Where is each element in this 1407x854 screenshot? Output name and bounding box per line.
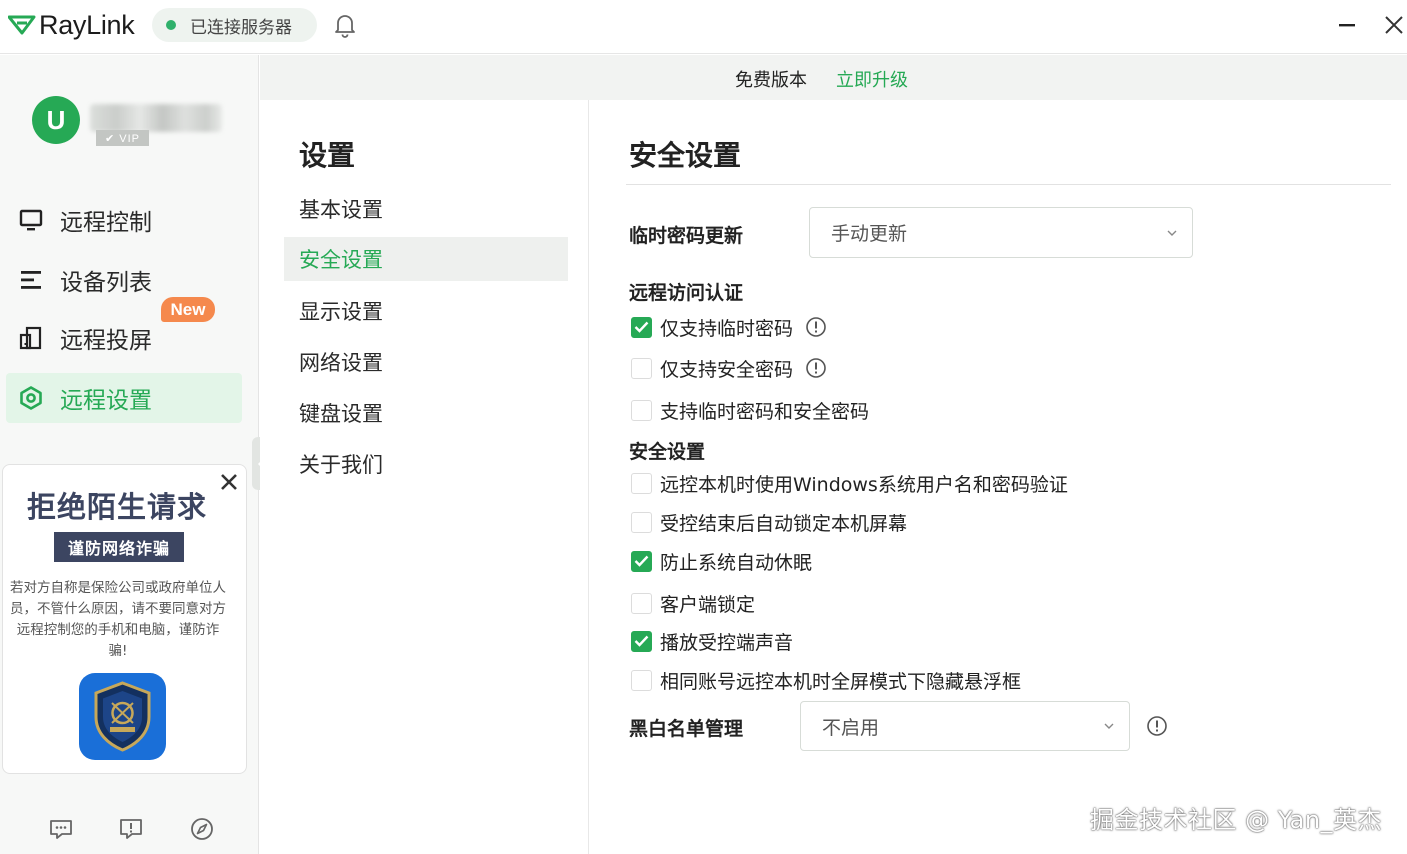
checkbox-label: 仅支持安全密码 xyxy=(660,358,794,381)
checkbox[interactable] xyxy=(631,316,652,338)
checkbox-label: 远控本机时使用Windows系统用户名和密码验证 xyxy=(660,473,1068,496)
avatar[interactable]: U xyxy=(32,96,80,144)
sidebar-item-remote-settings[interactable]: 远程设置 xyxy=(6,373,242,423)
settings-menu-title: 设置 xyxy=(299,139,356,172)
checkbox-row-prevent-sleep[interactable]: 防止系统自动休眠 xyxy=(631,549,813,574)
promo-subtitle: 谨防网络诈骗 xyxy=(54,532,184,562)
menu-item-security[interactable]: 安全设置 xyxy=(284,237,568,281)
check-icon xyxy=(634,321,649,333)
minimize-icon[interactable] xyxy=(1334,12,1360,38)
checkbox-label: 支持临时密码和安全密码 xyxy=(660,400,870,423)
checkbox-row-client-lock[interactable]: 客户端锁定 xyxy=(631,591,756,616)
chevron-down-icon xyxy=(1104,723,1114,729)
page-title: 安全设置 xyxy=(629,139,742,172)
checkbox-label: 客户端锁定 xyxy=(660,593,756,616)
checkbox-row-both[interactable]: 支持临时密码和安全密码 xyxy=(631,398,870,423)
checkbox[interactable] xyxy=(631,669,652,691)
sidebar-item-label: 远程控制 xyxy=(60,210,152,236)
checkbox-row-temp-only[interactable]: 仅支持临时密码 xyxy=(631,315,827,340)
sidebar-item-remote-control[interactable]: 远程控制 xyxy=(6,195,242,245)
menu-item-keyboard[interactable]: 键盘设置 xyxy=(284,391,568,435)
monitor-icon xyxy=(19,209,43,231)
status-dot-icon xyxy=(166,20,176,30)
checkbox-row-play-sound[interactable]: 播放受控端声音 xyxy=(631,629,794,654)
vip-badge: ✔ VIP xyxy=(96,130,149,146)
screen-cast-icon xyxy=(19,326,42,350)
settings-hex-icon xyxy=(20,386,42,410)
check-icon xyxy=(634,635,649,647)
checkbox-row-hide-float[interactable]: 相同账号远控本机时全屏模式下隐藏悬浮框 xyxy=(631,668,1022,693)
list-icon xyxy=(21,271,41,289)
promo-title: 拒绝陌生请求 xyxy=(26,490,207,524)
connection-status-pill: 已连接服务器 xyxy=(152,8,317,42)
checkbox-row-auto-lock[interactable]: 受控结束后自动锁定本机屏幕 xyxy=(631,510,908,535)
sidebar-item-label: 设备列表 xyxy=(60,270,152,296)
remote-auth-heading: 远程访问认证 xyxy=(629,282,744,304)
checkbox[interactable] xyxy=(631,399,652,421)
app-name: RayLink xyxy=(39,9,135,40)
upgrade-link[interactable]: 立即升级 xyxy=(836,66,908,92)
menu-item-display[interactable]: 显示设置 xyxy=(284,289,568,333)
select-value: 不启用 xyxy=(822,716,880,739)
close-icon[interactable] xyxy=(1382,12,1406,38)
menu-item-about[interactable]: 关于我们 xyxy=(284,442,568,486)
sidebar-item-label: 远程投屏 xyxy=(60,328,152,354)
info-icon[interactable] xyxy=(1146,715,1168,737)
checkbox-label: 受控结束后自动锁定本机屏幕 xyxy=(660,512,908,535)
chevron-down-icon xyxy=(1167,230,1177,236)
sidebar-item-label: 远程设置 xyxy=(60,388,152,414)
blacklist-select[interactable]: 不启用 xyxy=(800,701,1130,751)
checkbox-label: 播放受控端声音 xyxy=(660,631,794,654)
checkbox-label: 相同账号远控本机时全屏模式下隐藏悬浮框 xyxy=(660,670,1022,693)
compass-icon[interactable] xyxy=(188,815,216,843)
blacklist-label: 黑白名单管理 xyxy=(629,718,744,740)
upgrade-banner xyxy=(260,55,1407,100)
connection-status-text: 已连接服务器 xyxy=(190,17,292,38)
select-value: 手动更新 xyxy=(831,223,908,245)
checkbox[interactable] xyxy=(631,357,652,379)
chat-icon[interactable] xyxy=(47,815,75,843)
checkbox[interactable] xyxy=(631,472,652,494)
bell-icon[interactable] xyxy=(332,12,358,38)
promo-body: 若对方自称是保险公司或政府单位人员，不管什么原因，请不要同意对方远程控制您的手机… xyxy=(10,580,226,659)
title-divider xyxy=(626,184,1391,185)
police-shield-icon xyxy=(79,673,166,760)
temp-password-select[interactable]: 手动更新 xyxy=(809,207,1193,258)
username-blurred xyxy=(90,104,222,132)
watermark: 掘金技术社区 @ Yan_英杰 xyxy=(1090,806,1383,834)
edition-label: 免费版本 xyxy=(735,70,807,91)
checkbox[interactable] xyxy=(631,511,652,533)
checkbox-row-windows-auth[interactable]: 远控本机时使用Windows系统用户名和密码验证 xyxy=(631,471,1068,496)
checkbox-label: 仅支持临时密码 xyxy=(660,317,794,340)
checkbox-row-secure-only[interactable]: 仅支持安全密码 xyxy=(631,356,827,381)
menu-item-network[interactable]: 网络设置 xyxy=(284,340,568,384)
checkbox-label: 防止系统自动休眠 xyxy=(660,551,813,574)
checkbox[interactable] xyxy=(631,592,652,614)
feedback-icon[interactable] xyxy=(117,815,145,843)
temp-password-label: 临时密码更新 xyxy=(629,225,744,247)
checkbox[interactable] xyxy=(631,630,652,652)
app-logo: RayLink xyxy=(8,8,135,42)
checkbox[interactable] xyxy=(631,550,652,572)
menu-item-basic[interactable]: 基本设置 xyxy=(284,187,568,231)
info-icon[interactable] xyxy=(805,357,827,379)
info-icon[interactable] xyxy=(805,316,827,338)
raylink-logo-icon xyxy=(8,15,36,35)
new-badge: New xyxy=(161,297,215,322)
security-heading: 安全设置 xyxy=(629,441,706,463)
check-icon xyxy=(634,555,649,567)
